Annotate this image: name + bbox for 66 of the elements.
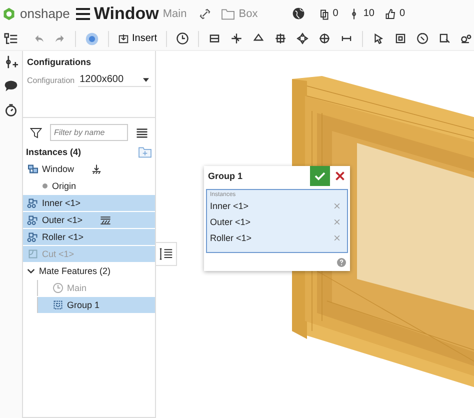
- stat-count: 0: [399, 8, 405, 19]
- globe-icon[interactable]: [292, 7, 305, 20]
- list-toggle-button[interactable]: [156, 242, 177, 266]
- selected-instance: Roller <1>: [210, 233, 252, 243]
- undo-icon[interactable]: [33, 32, 45, 44]
- instance-item[interactable]: Window: [23, 161, 155, 177]
- stopwatch-icon[interactable]: [4, 103, 18, 117]
- tool-icon[interactable]: [372, 32, 386, 45]
- filter-icon[interactable]: [30, 126, 42, 138]
- tool-icon[interactable]: [416, 32, 430, 45]
- tool-icon[interactable]: [230, 32, 244, 45]
- group-icon: [52, 299, 64, 311]
- add-mate-icon[interactable]: [4, 55, 18, 69]
- feature-list-icon[interactable]: [4, 32, 18, 46]
- tool-icon[interactable]: [460, 32, 474, 45]
- instances-heading: Instances (4): [26, 147, 82, 157]
- configuration-dropdown[interactable]: 1200x600: [78, 73, 151, 87]
- insert-icon: [118, 33, 129, 44]
- list-icon: [159, 247, 173, 261]
- list-icon[interactable]: [136, 126, 148, 138]
- document-title: Window: [94, 4, 159, 24]
- caret-icon: [143, 78, 149, 82]
- field-label: Configuration: [27, 76, 75, 84]
- stat-count: 10: [363, 8, 374, 19]
- clock-icon[interactable]: [176, 32, 190, 45]
- tool-icon[interactable]: [296, 32, 310, 45]
- accept-button[interactable]: [310, 166, 330, 186]
- dialog-title: Group 1: [207, 171, 244, 181]
- circle-icon[interactable]: [85, 32, 99, 46]
- check-icon: [314, 170, 326, 182]
- copy-icon[interactable]: [318, 8, 330, 20]
- chevron-icon: [27, 268, 35, 274]
- section-title: Configurations: [27, 57, 92, 67]
- instance-item[interactable]: Inner <1>: [23, 195, 155, 211]
- menu-icon[interactable]: [76, 8, 90, 20]
- logo-icon[interactable]: [2, 6, 16, 20]
- part-icon: [27, 214, 39, 226]
- folder-icon[interactable]: [220, 8, 235, 20]
- link-icon[interactable]: [198, 8, 211, 20]
- part-icon: [27, 231, 39, 243]
- tool-icon[interactable]: [318, 32, 332, 45]
- tool-icon[interactable]: [438, 32, 452, 45]
- assembly-icon: [27, 163, 39, 175]
- mate-features-heading[interactable]: Mate Features (2): [23, 263, 155, 279]
- instance-item[interactable]: Roller <1>: [23, 229, 155, 245]
- insert-button[interactable]: Insert: [118, 33, 158, 44]
- brand-name[interactable]: onshape: [20, 6, 70, 21]
- clock-icon: [52, 282, 64, 294]
- tool-icon[interactable]: [208, 32, 222, 45]
- sketch-icon: [27, 248, 39, 260]
- filter-field[interactable]: Filter by name: [50, 124, 128, 141]
- selected-instance: Inner <1>: [210, 201, 249, 211]
- part-icon: [27, 197, 39, 209]
- selected-instance: Outer <1>: [210, 217, 251, 227]
- instance-item[interactable]: Outer <1>: [23, 212, 155, 228]
- help-icon[interactable]: [337, 258, 346, 267]
- comment-icon[interactable]: [4, 79, 18, 93]
- mate-feature-item[interactable]: Group 1: [37, 297, 155, 313]
- stat-count: 0: [332, 8, 338, 19]
- instance-item[interactable]: Origin: [23, 178, 155, 194]
- thumbs-up-icon[interactable]: [384, 8, 396, 20]
- close-icon: [335, 171, 345, 181]
- redo-icon[interactable]: [54, 32, 66, 44]
- tool-icon[interactable]: [274, 32, 288, 45]
- tool-icon[interactable]: [394, 32, 408, 45]
- origin-icon: [41, 182, 49, 190]
